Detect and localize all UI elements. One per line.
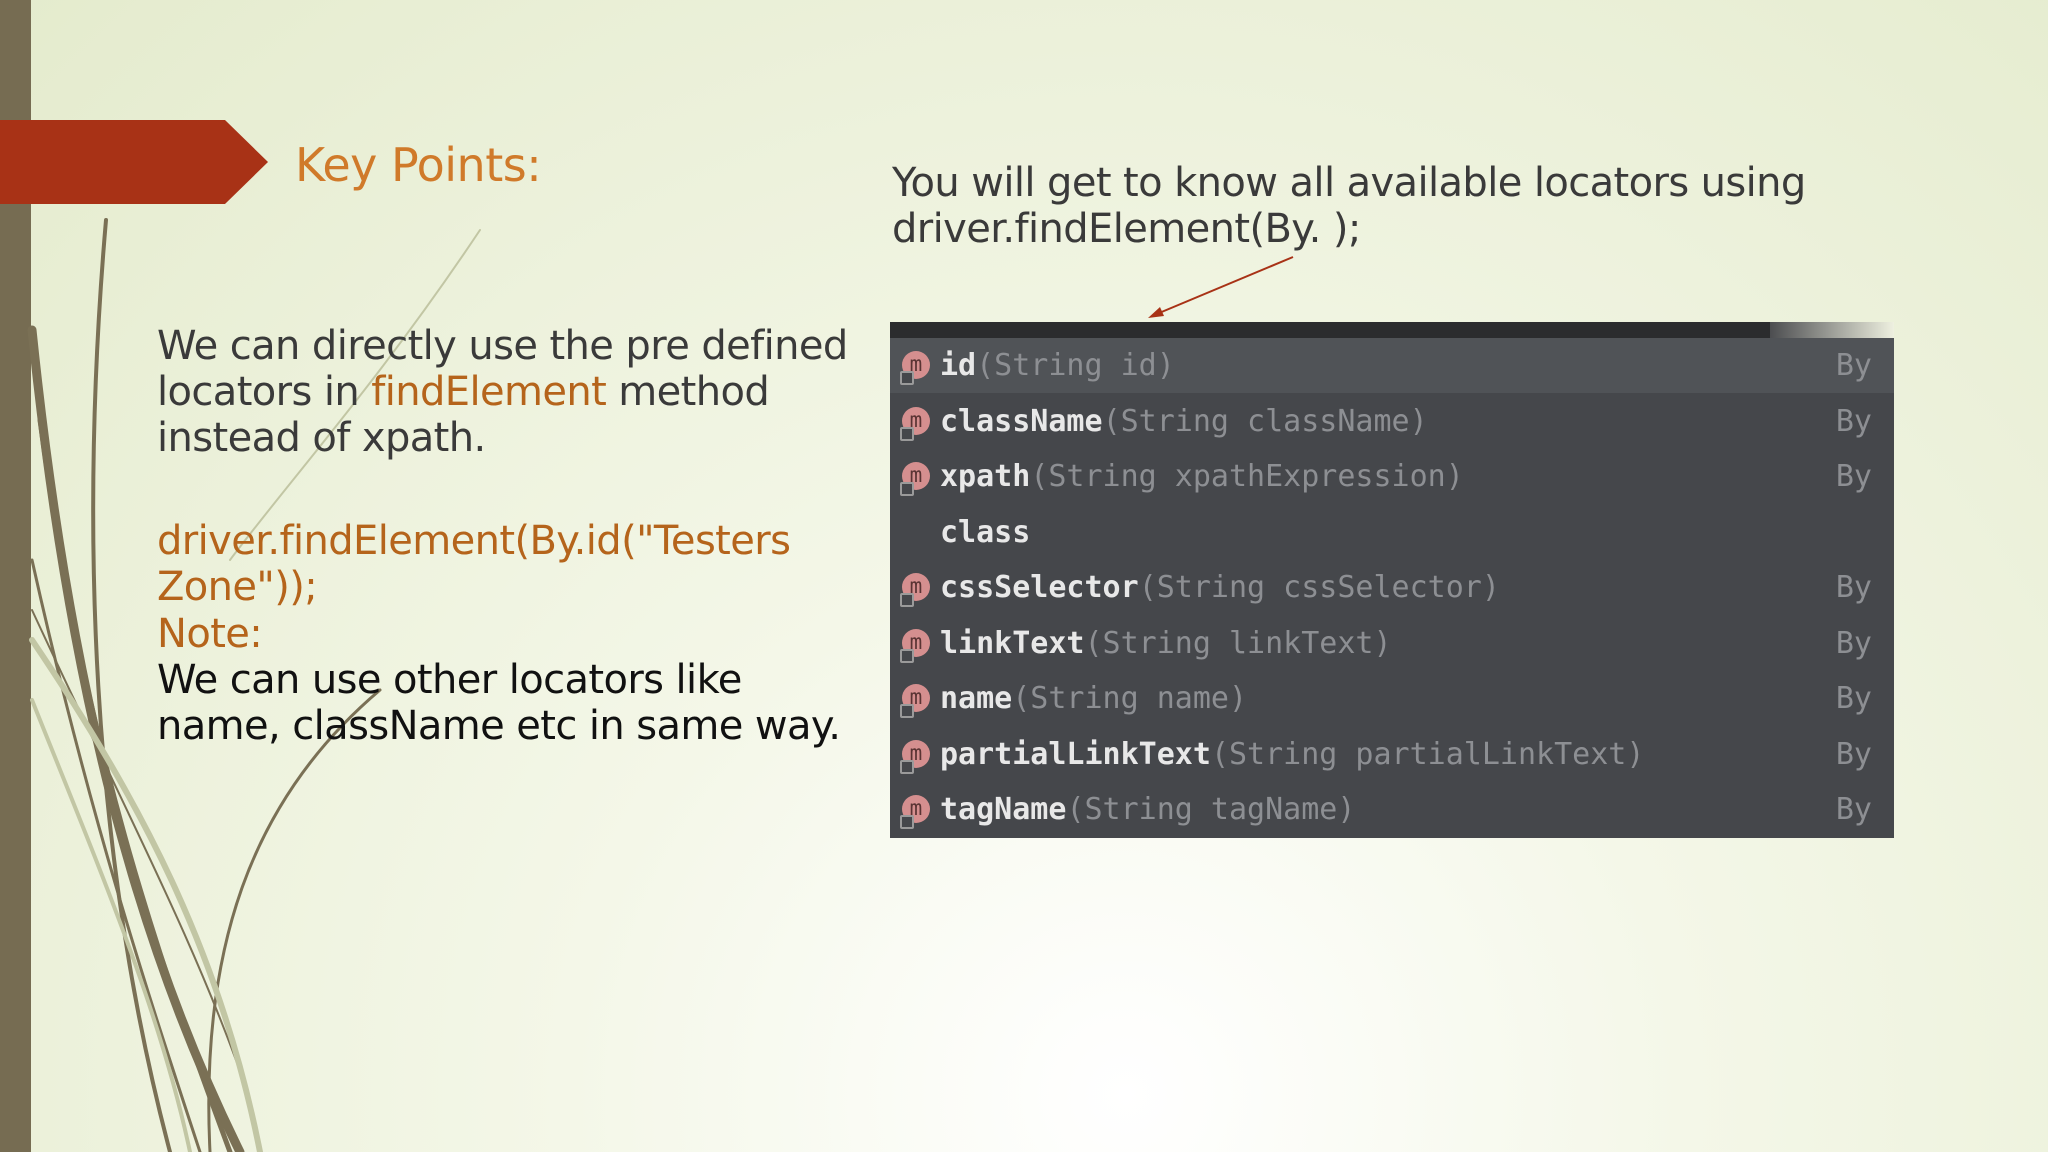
return-type: By [1835, 459, 1872, 494]
slide-title: Key Points: [295, 138, 542, 192]
method-signature: (String cssSelector) [1138, 570, 1500, 605]
lock-icon [900, 593, 914, 607]
method-label: cssSelector [940, 570, 1139, 605]
method-signature: (String className) [1102, 403, 1428, 439]
return-type: By [1835, 681, 1872, 716]
autocomplete-item[interactable]: m name(String name) By [890, 671, 1894, 726]
method-signature: (String name) [1012, 681, 1248, 716]
autocomplete-item[interactable]: m cssSelector(String cssSelector) By [890, 560, 1894, 615]
right-caption: You will get to know all available locat… [892, 160, 1806, 252]
method-label: class [940, 514, 1031, 550]
pointer-arrow [1148, 256, 1294, 318]
lock-icon [900, 704, 914, 718]
return-type: By [1835, 348, 1872, 383]
method-label: partialLinkText [940, 736, 1211, 772]
return-type: By [1835, 625, 1872, 661]
autocomplete-item[interactable]: m partialLinkText(String partialLinkText)… [890, 727, 1894, 782]
title-banner [0, 120, 268, 204]
intro-highlight: findElement [371, 369, 607, 415]
note-text: We can use other locators like name, cla… [157, 657, 841, 749]
method-name: className(String className) [940, 404, 1428, 439]
return-type: By [1835, 570, 1872, 605]
autocomplete-item[interactable]: m className(String className) By [890, 394, 1894, 449]
method-label: name [940, 681, 1013, 716]
intro-paragraph: We can directly use the pre defined loca… [157, 323, 857, 461]
method-name: linkText(String linkText) [940, 626, 1392, 661]
method-name: id(String id) [940, 348, 1175, 383]
autocomplete-popup: m id(String id) By m className(String classN… [890, 322, 1894, 838]
autocomplete-item[interactable]: m linkText(String linkText) By [890, 616, 1894, 671]
method-label: tagName [940, 792, 1067, 827]
return-type: By [1835, 736, 1872, 772]
return-type: By [1835, 403, 1872, 439]
method-label: className [940, 403, 1103, 439]
code-example: driver.findElement(By.id("Testers Zone")… [157, 518, 791, 610]
lock-icon [900, 815, 914, 829]
method-label: xpath [940, 459, 1031, 494]
editor-strip-fade [1770, 322, 1894, 338]
method-label: id [940, 348, 977, 383]
autocomplete-item[interactable]: m tagName(String tagName) By [890, 782, 1894, 837]
method-name: class [940, 515, 1030, 550]
autocomplete-item[interactable]: class [890, 505, 1894, 560]
lock-icon [900, 371, 914, 385]
lock-icon [900, 648, 914, 663]
method-signature: (String tagName) [1066, 792, 1356, 827]
method-signature: (String partialLinkText) [1210, 736, 1645, 772]
method-name: partialLinkText(String partialLinkText) [940, 737, 1644, 772]
lock-icon [900, 426, 914, 441]
autocomplete-item[interactable]: m id(String id) By [890, 338, 1894, 393]
method-name: tagName(String tagName) [940, 792, 1355, 827]
return-type: By [1835, 792, 1872, 827]
autocomplete-item[interactable]: m xpath(String xpathExpression) By [890, 449, 1894, 504]
method-signature: (String linkText) [1084, 625, 1392, 661]
slide: Key Points: We can directly use the pre … [0, 0, 2048, 1152]
lock-icon [900, 482, 914, 496]
method-name: name(String name) [940, 681, 1247, 716]
note-label: Note: [157, 611, 263, 657]
method-label: linkText [940, 625, 1085, 661]
method-signature: (String id) [976, 348, 1175, 383]
method-name: xpath(String xpathExpression) [940, 459, 1464, 494]
method-name: cssSelector(String cssSelector) [940, 570, 1500, 605]
lock-icon [900, 759, 914, 774]
editor-strip [890, 322, 1770, 338]
method-signature: (String xpathExpression) [1030, 459, 1464, 494]
